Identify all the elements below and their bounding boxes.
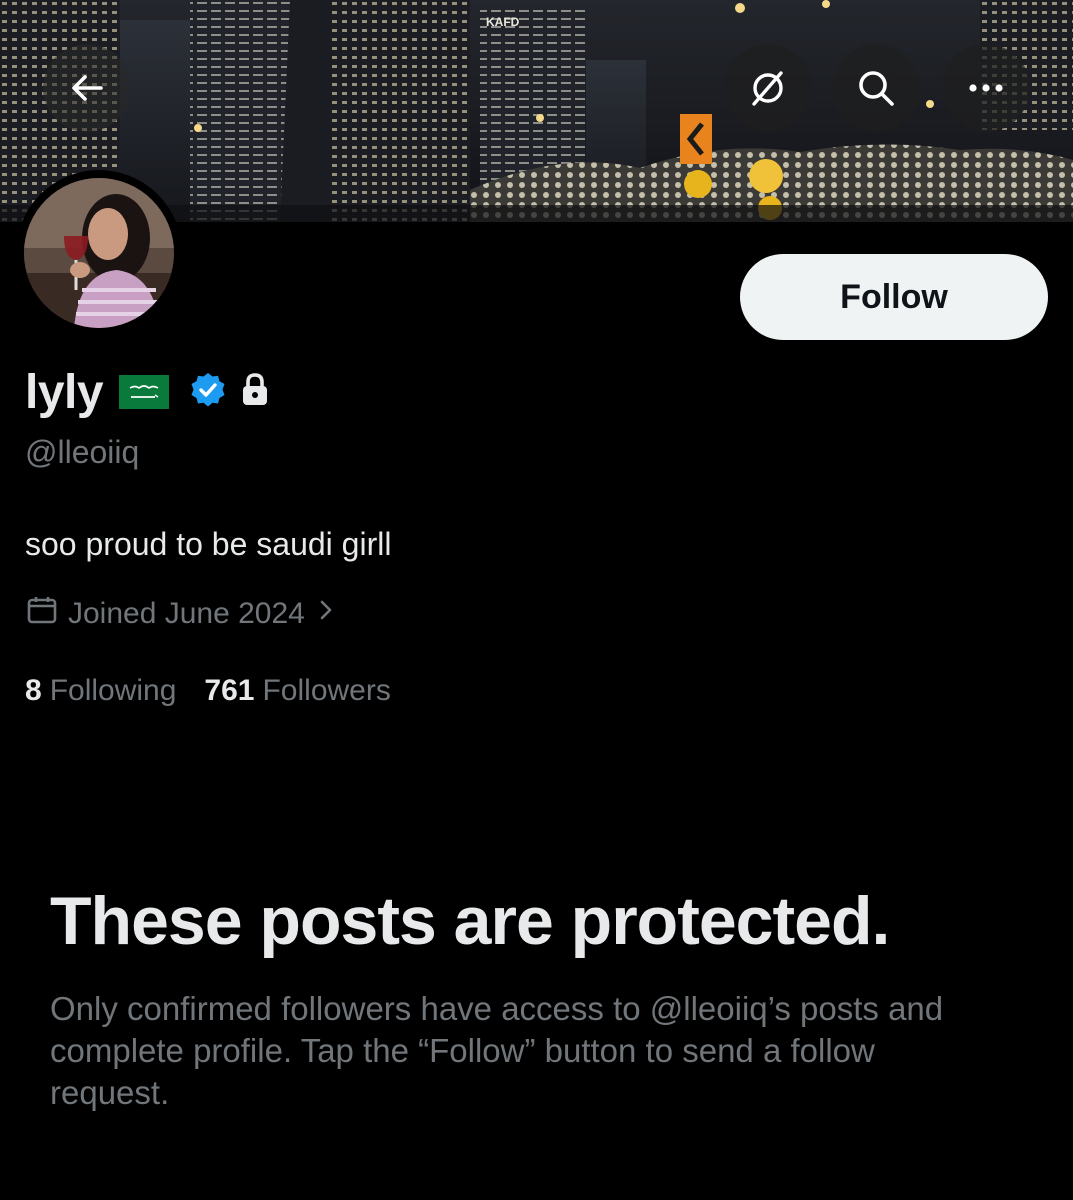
more-horizontal-icon [969, 84, 1003, 92]
grok-icon [752, 71, 783, 106]
followers-link[interactable]: 761 Followers [204, 674, 390, 708]
avatar[interactable] [16, 170, 182, 336]
search-button[interactable] [832, 44, 920, 132]
more-button[interactable] [942, 44, 1030, 132]
profile-bio: soo proud to be saudi girll [25, 526, 392, 562]
calendar-icon [26, 594, 58, 634]
profile-name-row: lyly [25, 362, 271, 422]
profile-banner[interactable]: KAFD [0, 0, 1073, 222]
following-link[interactable]: 8 Following [25, 674, 176, 708]
verified-badge-icon[interactable] [189, 371, 227, 414]
saudi-flag-icon [119, 375, 170, 409]
svg-text:KAFD: KAFD [486, 15, 520, 29]
follow-button[interactable]: Follow [740, 254, 1048, 340]
grok-button[interactable] [724, 44, 812, 132]
avatar-photo [24, 178, 174, 328]
chevron-right-icon [317, 597, 335, 631]
following-label: Following [49, 674, 177, 707]
arrow-left-icon [72, 75, 103, 101]
following-count: 8 [25, 674, 42, 707]
joined-date: Joined June 2024 [68, 597, 305, 630]
joined-date-row[interactable]: Joined June 2024 [26, 594, 335, 634]
lock-icon [239, 372, 271, 413]
followers-label: Followers [262, 674, 391, 707]
protected-title: These posts are protected. [50, 883, 890, 959]
back-button[interactable] [43, 44, 131, 132]
follow-stats: 8 Following 761 Followers [25, 674, 391, 708]
search-icon [859, 71, 894, 106]
protected-message: Only confirmed followers have access to … [50, 990, 944, 1111]
user-handle: @lleoiiq [25, 434, 140, 470]
display-name: lyly [25, 365, 104, 419]
followers-count: 761 [204, 674, 255, 707]
